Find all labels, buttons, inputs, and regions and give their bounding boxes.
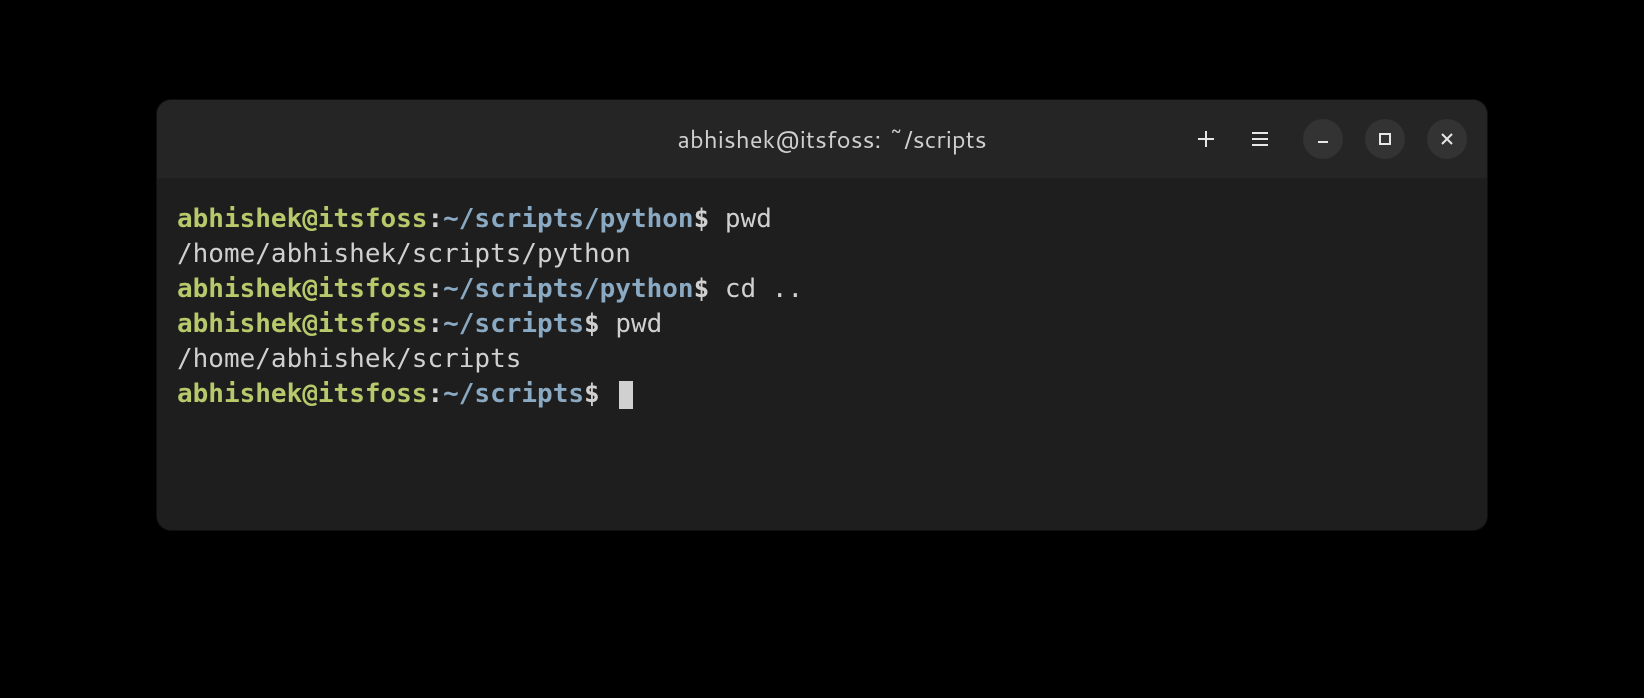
prompt-colon: : [427, 204, 443, 234]
prompt-dollar: $ [694, 204, 710, 234]
menu-button[interactable] [1249, 126, 1271, 152]
prompt-colon: : [427, 309, 443, 339]
close-icon [1439, 131, 1455, 147]
minimize-button[interactable] [1303, 119, 1343, 159]
prompt-path: ~/scripts/python [443, 274, 693, 304]
command-output: /home/abhishek/scripts [177, 344, 521, 374]
command-text: pwd [600, 309, 663, 339]
prompt-path: ~/scripts [443, 379, 584, 409]
command-text: pwd [709, 204, 772, 234]
prompt-user: abhishek [177, 379, 302, 409]
cursor-block [619, 381, 633, 409]
window-title: abhishek@itsfoss: ~/scripts [677, 122, 986, 156]
prompt-at: @ [302, 204, 318, 234]
prompt-dollar: $ [584, 309, 600, 339]
terminal-line: abhishek@itsfoss:~/scripts$ pwd [177, 307, 1467, 342]
new-tab-button[interactable] [1195, 126, 1217, 152]
maximize-icon [1377, 131, 1393, 147]
prompt-user: abhishek [177, 309, 302, 339]
prompt-dollar: $ [694, 274, 710, 304]
terminal-body[interactable]: abhishek@itsfoss:~/scripts/python$ pwd/h… [157, 178, 1487, 530]
command-text [600, 379, 616, 409]
prompt-host: itsfoss [318, 309, 428, 339]
close-button[interactable] [1427, 119, 1467, 159]
prompt-host: itsfoss [318, 204, 428, 234]
minimize-icon [1315, 131, 1331, 147]
prompt-at: @ [302, 309, 318, 339]
terminal-line: abhishek@itsfoss:~/scripts$ [177, 377, 1467, 412]
prompt-host: itsfoss [318, 379, 428, 409]
prompt-host: itsfoss [318, 274, 428, 304]
prompt-at: @ [302, 274, 318, 304]
prompt-path: ~/scripts [443, 309, 584, 339]
prompt-at: @ [302, 379, 318, 409]
hamburger-icon [1249, 128, 1271, 150]
command-output: /home/abhishek/scripts/python [177, 239, 631, 269]
prompt-user: abhishek [177, 204, 302, 234]
prompt-user: abhishek [177, 274, 302, 304]
titlebar: abhishek@itsfoss: ~/scripts [157, 100, 1487, 178]
prompt-colon: : [427, 274, 443, 304]
prompt-path: ~/scripts/python [443, 204, 693, 234]
prompt-colon: : [427, 379, 443, 409]
terminal-line: /home/abhishek/scripts [177, 342, 1467, 377]
terminal-line: /home/abhishek/scripts/python [177, 237, 1467, 272]
maximize-button[interactable] [1365, 119, 1405, 159]
plus-icon [1195, 128, 1217, 150]
terminal-line: abhishek@itsfoss:~/scripts/python$ pwd [177, 202, 1467, 237]
prompt-dollar: $ [584, 379, 600, 409]
terminal-line: abhishek@itsfoss:~/scripts/python$ cd .. [177, 272, 1467, 307]
command-text: cd .. [709, 274, 803, 304]
terminal-window: abhishek@itsfoss: ~/scripts [157, 100, 1487, 530]
